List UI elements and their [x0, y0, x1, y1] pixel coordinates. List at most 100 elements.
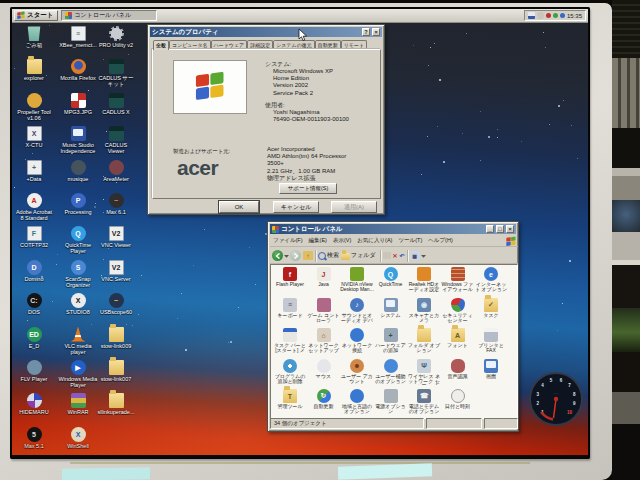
control-panel-item-printers-fax[interactable]: プリンタと FAX	[474, 328, 508, 354]
control-panel-item-admin-tools[interactable]: T管理ツール	[273, 389, 307, 409]
desktop-icon-studio8[interactable]: XSTUDIO8	[58, 293, 98, 315]
desktop-icon-processing[interactable]: PProcessing	[58, 193, 98, 215]
volume-icon[interactable]	[537, 12, 544, 19]
control-panel-item-add-hardware[interactable]: +ハードウェアの追加	[374, 328, 408, 354]
menu-item-3[interactable]: お気に入り(A)	[354, 237, 395, 244]
control-panel-item-realtek-hd-audio[interactable]: Realtek HDオーディオ設定	[407, 267, 441, 293]
desktop-icon-cadlus-x[interactable]: CADLUS X	[96, 93, 136, 115]
desktop-icon-areameter[interactable]: AreaMeter	[96, 160, 136, 182]
control-panel-item-wireless-network-setup[interactable]: Ψワイヤレス ネットワーク セットアップ	[407, 359, 441, 385]
desktop-icon-winshell[interactable]: XWinShell	[58, 427, 98, 449]
start-button[interactable]: スタート	[14, 10, 58, 21]
control-panel-item-fonts[interactable]: Aフォント	[441, 328, 475, 348]
desktop-icon-cadlus-viewer[interactable]: CADLUS Viewer	[96, 126, 136, 154]
desktop-icon-cadlus-circuit[interactable]: CADLUS サーキット	[96, 59, 136, 87]
control-panel-item-display[interactable]: 画面	[474, 359, 508, 379]
control-panel-item-tasks[interactable]: ✓タスク	[474, 298, 508, 318]
cancel-button[interactable]: キャンセル	[273, 201, 319, 213]
control-panel-item-add-remove-programs[interactable]: プログラムの追加と削除	[273, 359, 307, 385]
desktop-icon-max-5-1[interactable]: 5Max 5.1	[14, 427, 54, 449]
desktop-icon-propeller-tool[interactable]: Propeller Tool v1.06	[14, 93, 54, 121]
control-panel-item-folder-options[interactable]: フォルダ オプション	[407, 328, 441, 354]
tray-icon[interactable]	[546, 13, 551, 18]
control-panel-item-quicktime[interactable]: QQuickTime	[374, 267, 408, 287]
up-button[interactable]: ↑	[303, 251, 313, 260]
control-panel-item-speech[interactable]: 音声認識	[441, 359, 475, 379]
control-panel-item-scanners-cameras[interactable]: ◉スキャナとカメラ	[407, 298, 441, 324]
desktop-icon-domino[interactable]: DDomino	[14, 260, 54, 282]
maximize-button[interactable]: □	[496, 225, 504, 233]
control-panel-item-network-connections[interactable]: ネットワーク接続	[340, 328, 374, 354]
move-to-icon[interactable]	[383, 252, 391, 259]
desktop-icon-adobe-acrobat-8[interactable]: AAdobe Acrobat 8 Standard	[14, 193, 54, 221]
folders-button[interactable]: フォルダ	[351, 251, 376, 260]
menu-item-5[interactable]: ヘルプ(H)	[425, 237, 456, 244]
control-panel-item-taskbar-start-menu[interactable]: タスク バーと [スタート] メニュー	[273, 328, 307, 354]
control-panel-item-power-options[interactable]: 電源オプション	[374, 389, 408, 415]
views-button[interactable]: ▦	[410, 251, 420, 260]
desktop-icon-vlc-media-player[interactable]: VLC media player	[58, 327, 98, 355]
clock[interactable]: 15:35	[567, 13, 582, 19]
control-panel-item-regional-language[interactable]: 地域と言語のオプション	[340, 389, 374, 415]
control-panel-item-mouse[interactable]: マウス	[307, 359, 341, 379]
control-panel-item-phone-modem[interactable]: ☎電話とモデムのオプション	[407, 389, 441, 415]
desktop-icon-e-d[interactable]: EDE_D	[14, 327, 54, 349]
ok-button[interactable]: OK	[219, 201, 259, 213]
control-panel-item-game-controllers[interactable]: ゲーム コントローラ	[307, 298, 341, 324]
desktop-icon-hidemaru[interactable]: HIDEMARU	[14, 393, 54, 415]
delete-button[interactable]: ✕	[393, 252, 398, 259]
desktop-icon-xbee-memct[interactable]: ≡XBee_memct...	[58, 26, 98, 48]
desktop-icon-winrar[interactable]: WinRAR	[58, 393, 98, 415]
menu-item-2[interactable]: 表示(V)	[330, 237, 354, 244]
desktop-icon-stow-link009[interactable]: stow-link009	[96, 327, 136, 349]
desktop-icon-music-studio-independence[interactable]: Music Studio Independence	[58, 126, 98, 154]
desktop-icon-quicktime-player[interactable]: QQuickTime Player	[58, 226, 98, 254]
control-panel-item-windows-firewall[interactable]: Windows ファイアウォール	[441, 267, 475, 293]
menu-item-4[interactable]: ツール(T)	[395, 237, 425, 244]
window-titlebar[interactable]: コントロール パネル _ □ ×	[270, 224, 516, 234]
gauge-widget[interactable]: 12345678910·····	[528, 371, 584, 431]
back-button[interactable]	[272, 250, 283, 261]
desktop-icon-musique[interactable]: musique	[58, 160, 98, 182]
control-panel-item-system[interactable]: システム	[374, 298, 408, 318]
desktop-icon-stow-link007[interactable]: stow-link007	[96, 360, 136, 382]
help-button[interactable]: ?	[362, 28, 370, 36]
menu-item-0[interactable]: ファイル(F)	[270, 237, 306, 244]
dialog-titlebar[interactable]: システムのプロパティ ? ×	[150, 27, 382, 37]
desktop-icon-vnc-viewer[interactable]: V2VNC Viewer	[96, 226, 136, 248]
apply-button[interactable]: 適用(A)	[331, 201, 377, 213]
desktop-icon-max-6-1[interactable]: ~Max 6.1	[96, 193, 136, 215]
control-panel-item-security-center[interactable]: セキュリティ センター	[441, 298, 475, 324]
control-panel-item-automatic-updates[interactable]: ↻自動更新	[307, 389, 341, 409]
support-info-button[interactable]: サポート情報(S)	[279, 183, 337, 194]
desktop-icon-scansnap-organizer[interactable]: SScanSnap Organizer	[58, 260, 98, 288]
desktop-icon-flv-player[interactable]: FLV Player	[14, 360, 54, 382]
desktop-icon-sllinkuperade[interactable]: sllinkuperade...	[96, 393, 136, 415]
desktop-icon-explorer[interactable]: explorer	[14, 59, 54, 81]
control-panel-item-keyboard[interactable]: ≡キーボード	[273, 298, 307, 318]
control-panel-item-java[interactable]: JJava	[307, 267, 341, 287]
tray-icon[interactable]	[553, 13, 558, 18]
minimize-button[interactable]: _	[486, 225, 494, 233]
control-panel-item-date-time[interactable]: 日付と時刻	[441, 389, 475, 409]
taskbar-task-control-panel[interactable]: コントロール パネル	[61, 10, 157, 21]
control-panel-item-network-setup-wizard[interactable]: ⌂ネットワーク セットアップ ウィザード	[307, 328, 341, 354]
control-panel-item-user-accounts[interactable]: ☻ユーザー アカウント	[340, 359, 374, 385]
forward-button[interactable]	[290, 250, 301, 261]
desktop-icon-vnc-server[interactable]: V2VNC Server	[96, 260, 136, 282]
desktop-icon-mozilla-firefox[interactable]: Mozilla Firefox	[58, 59, 98, 81]
desktop-icon-windows-media-player[interactable]: ▶Windows Media Player	[58, 360, 98, 388]
control-panel-item-accessibility-options[interactable]: ユーザー補助のオプション	[374, 359, 408, 385]
tab-0[interactable]: 全般	[153, 40, 169, 50]
menu-item-1[interactable]: 編集(E)	[306, 237, 330, 244]
desktop-icon-pro-utility-v2[interactable]: PRO Utility v2	[96, 26, 136, 48]
desktop-icon-mpg3-jpg[interactable]: MPG3.JPG	[58, 93, 98, 115]
control-panel-item-flash-player[interactable]: fFlash Player	[273, 267, 307, 287]
desktop-icon-plus-data[interactable]: ++Data	[14, 160, 54, 182]
undo-button[interactable]: ↶	[400, 252, 405, 259]
control-panel-item-sounds-audio[interactable]: ♪サウンドとオーディオ デバイス	[340, 298, 374, 324]
close-button[interactable]: ×	[372, 28, 380, 36]
search-button[interactable]: 検索	[327, 251, 339, 260]
desktop-icon-usbscope60[interactable]: ~USBscope60	[96, 293, 136, 315]
desktop-icon-cotftp32[interactable]: FCOTFTP32	[14, 226, 54, 248]
